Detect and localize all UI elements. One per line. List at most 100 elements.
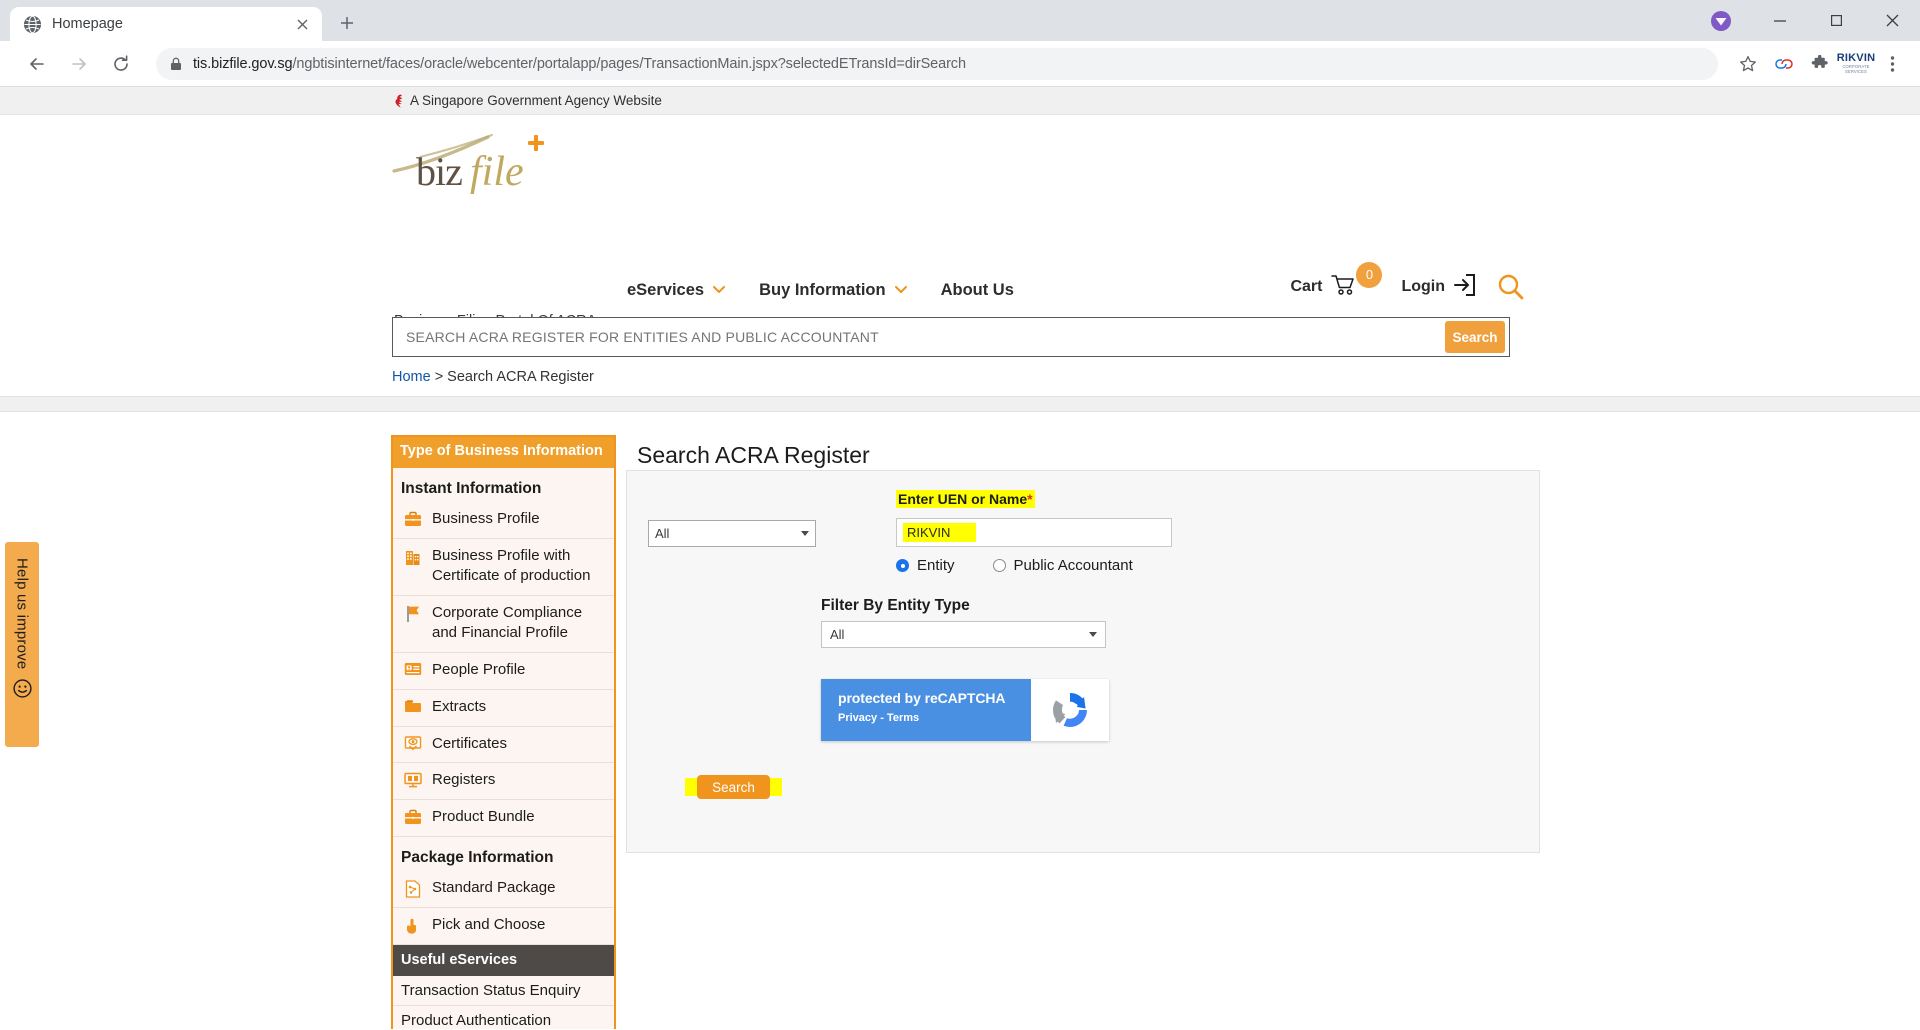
sidebar-item-product-bundle[interactable]: Product Bundle (393, 800, 614, 838)
uen-label-text: Enter UEN or Name (898, 491, 1028, 507)
search-row: All Enter UEN or Name* RIKVIN (648, 490, 1172, 547)
svg-text:biz: biz (416, 149, 462, 194)
tab-title: Homepage (52, 16, 123, 32)
sidebar-item-label: Certificates (432, 734, 508, 752)
nav-item-buy-information[interactable]: Buy Information (759, 281, 907, 300)
page-title: Search ACRA Register (637, 442, 870, 468)
puzzle-extension-icon[interactable] (1804, 48, 1836, 80)
tab-strip: Homepage (0, 0, 1920, 41)
browser-tab[interactable]: Homepage (10, 7, 322, 41)
sidebar-item-certificates[interactable]: Certificates (393, 726, 614, 764)
nav-item-eservices[interactable]: eServices (627, 281, 726, 300)
nav-label: Buy Information (759, 281, 886, 299)
radio-entity[interactable] (896, 559, 909, 572)
breadcrumb: Home > Search ACRA Register (392, 369, 594, 385)
recaptcha-title: protected by reCAPTCHA (838, 690, 1006, 706)
required-asterisk: * (1027, 491, 1033, 507)
search-submit-button[interactable]: Search (1445, 321, 1505, 353)
sidebar-item-people-profile[interactable]: People Profile (393, 652, 614, 690)
uen-input[interactable]: RIKVIN (896, 518, 1172, 547)
maximize-button[interactable] (1808, 0, 1864, 41)
search-input[interactable] (393, 318, 1445, 356)
header-search-icon[interactable] (1497, 273, 1525, 301)
singapore-government-banner: A Singapore Government Agency Website (0, 87, 1920, 115)
profile-avatar-icon[interactable] (1704, 4, 1738, 38)
help-us-improve-tab[interactable]: Help us improve (5, 542, 39, 747)
sidebar-useful-eservices-header: Useful eServices (393, 945, 614, 977)
link-icon[interactable] (1768, 48, 1800, 80)
sidebar-item-label: Standard Package (432, 879, 556, 897)
sign-in-icon (1453, 273, 1475, 301)
three-dot-menu-icon[interactable] (1876, 48, 1908, 80)
section-divider (0, 396, 1920, 412)
radio-entity-label: Entity (917, 557, 955, 574)
sidebar-useful-item-product-authentication[interactable]: Product Authentication (393, 1006, 614, 1029)
sidebar-item-pick-and-choose[interactable]: Pick and Choose (393, 908, 614, 946)
filter-entity-type-value: All (830, 627, 845, 642)
nav-item-about-us[interactable]: About Us (941, 281, 1014, 300)
address-bar[interactable]: tis.bizfile.gov.sg/ngbtisinternet/faces/… (156, 47, 1718, 80)
entity-scope-select[interactable]: All (648, 520, 816, 547)
sidebar-header: Type of Business Information (393, 437, 614, 468)
briefcase-icon (403, 509, 423, 527)
url-path: /ngbtisinternet/faces/oracle/webcenter/p… (292, 55, 966, 72)
sidebar-item-label: Corporate Compliance and Financial Profi… (432, 603, 583, 641)
sidebar-useful-item-transaction-status-enquiry[interactable]: Transaction Status Enquiry (393, 976, 614, 1007)
radio-public-accountant[interactable] (992, 559, 1006, 572)
main-navigation: eServices Buy Information About Us (627, 281, 1014, 300)
browser-toolbar: tis.bizfile.gov.sg/ngbtisinternet/faces/… (0, 41, 1920, 87)
sidebar-item-label: Product Bundle (432, 808, 535, 826)
arrow-left-icon[interactable] (20, 47, 54, 81)
sidebar-item-extracts[interactable]: Extracts (393, 689, 614, 727)
minimize-button[interactable] (1752, 0, 1808, 41)
sidebar-item-standard-package[interactable]: Standard Package (393, 871, 614, 909)
help-tab-label: Help us improve (13, 558, 31, 670)
entity-scope-value: All (655, 526, 670, 541)
smiley-face-icon (12, 679, 32, 702)
sidebar-item-label: Pick and Choose (432, 916, 546, 934)
gov-banner-text: A Singapore Government Agency Website (410, 93, 662, 108)
cart-button[interactable]: Cart 0 (1290, 261, 1383, 301)
briefcase-icon (403, 807, 423, 825)
breadcrumb-separator: > (434, 369, 444, 385)
url-text: tis.bizfile.gov.sg/ngbtisinternet/faces/… (193, 56, 966, 72)
sidebar-item-business-profile[interactable]: Business Profile (393, 501, 614, 539)
window-close-button[interactable] (1864, 0, 1920, 41)
chevron-down-icon (801, 531, 809, 536)
breadcrumb-home-link[interactable]: Home (392, 369, 431, 385)
sidebar-item-label: Registers (432, 771, 496, 789)
sidebar-section-instant-information: Instant Information (401, 479, 542, 497)
monitor-icon (403, 770, 423, 788)
search-type-radio-group: Entity Public Accountant (896, 557, 1133, 574)
arrow-right-icon (62, 47, 96, 81)
cart-label: Cart (1290, 278, 1323, 295)
folder-icon (403, 697, 423, 713)
certificate-eye-icon (403, 734, 423, 752)
sidebar-item-business-profile-with-certificate[interactable]: Business Profile with Certificate of pro… (393, 538, 614, 596)
flag-icon (403, 603, 423, 623)
bizfile-logo[interactable]: biz file (392, 129, 567, 199)
reload-icon[interactable] (104, 47, 138, 81)
form-search-button[interactable]: Search (697, 775, 770, 799)
window-controls (1704, 0, 1920, 41)
recaptcha-badge[interactable]: protected by reCAPTCHA Privacy - Terms (821, 679, 1109, 741)
recaptcha-privacy-terms[interactable]: Privacy - Terms (838, 712, 1031, 724)
star-icon[interactable] (1732, 48, 1764, 80)
sidebar-item-registers[interactable]: Registers (393, 763, 614, 801)
filter-entity-type-select[interactable]: All (821, 621, 1106, 648)
new-tab-button[interactable] (332, 8, 362, 38)
rikvin-extension-icon[interactable]: RIKVIN CORPORATE SERVICES (1837, 48, 1875, 80)
close-icon[interactable] (292, 14, 312, 34)
sidebar-item-label: People Profile (432, 660, 526, 678)
id-card-icon (403, 660, 423, 676)
sidebar-section-package-information: Package Information (401, 849, 554, 867)
login-button[interactable]: Login (1401, 273, 1475, 301)
page-content: A Singapore Government Agency Website Fo… (0, 87, 1920, 1029)
shopping-cart-icon (1331, 274, 1357, 301)
uen-input-value: RIKVIN (903, 523, 977, 542)
browser-window: Homepage tis.bizfile.gov.sg/ngbtisintern… (0, 0, 1920, 1030)
rikvin-extension-sub: CORPORATE SERVICES (1842, 64, 1870, 74)
sidebar-item-corporate-compliance[interactable]: Corporate Compliance and Financial Profi… (393, 595, 614, 653)
highlight-left (685, 778, 697, 796)
singapore-lion-icon (394, 94, 406, 108)
